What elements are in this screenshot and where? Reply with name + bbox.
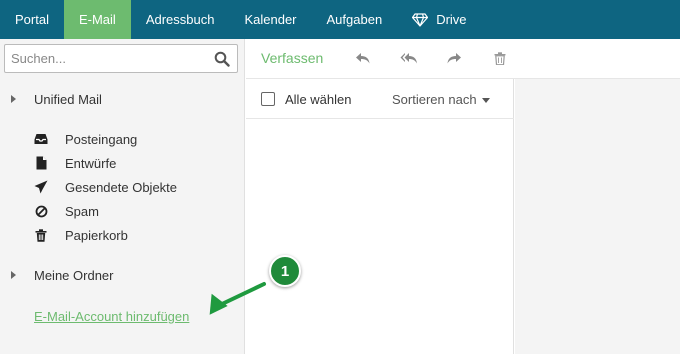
folder-inbox[interactable]: Posteingang [34, 129, 137, 149]
search-icon[interactable] [214, 51, 230, 67]
folder-trash[interactable]: Papierkorb [34, 225, 128, 245]
folder-drafts[interactable]: Entwürfe [34, 153, 116, 173]
mail-toolbar: Verfassen [246, 39, 680, 79]
folder-inbox-label: Posteingang [65, 131, 138, 147]
tab-tasks[interactable]: Aufgaben [312, 0, 398, 39]
reply-all-icon[interactable] [400, 50, 418, 66]
folder-trash-label: Papierkorb [65, 227, 128, 243]
search-box [4, 44, 238, 73]
inbox-icon [34, 132, 48, 146]
tab-drive[interactable]: Drive [397, 0, 481, 39]
message-list-header: Alle wählen Sortieren nach [246, 79, 514, 119]
sort-dropdown[interactable]: Sortieren nach [392, 92, 490, 107]
my-folders-expand-icon[interactable] [11, 271, 16, 279]
search-input[interactable] [5, 45, 205, 72]
ban-icon [34, 204, 48, 218]
trash-icon [34, 228, 48, 242]
delete-icon[interactable] [491, 50, 509, 66]
tab-calendar[interactable]: Kalender [229, 0, 311, 39]
select-all-checkbox[interactable] [261, 92, 275, 106]
compose-button[interactable]: Verfassen [261, 50, 323, 66]
folder-sent-label: Gesendete Objekte [65, 179, 178, 195]
folder-spam[interactable]: Spam [34, 201, 99, 221]
top-navigation: Portal E-Mail Adressbuch Kalender Aufgab… [0, 0, 680, 39]
select-all-label[interactable]: Alle wählen [285, 92, 352, 107]
chevron-down-icon [481, 98, 490, 104]
annotation-badge: 1 [269, 255, 301, 287]
add-email-account-link[interactable]: E-Mail-Account hinzufügen [34, 309, 189, 324]
my-folders-label[interactable]: Meine Ordner [34, 268, 113, 283]
tab-addressbook[interactable]: Adressbuch [131, 0, 230, 39]
diamond-icon [412, 12, 429, 27]
folder-spam-label: Spam [65, 203, 99, 219]
folder-drafts-label: Entwürfe [65, 155, 117, 171]
folder-sent[interactable]: Gesendete Objekte [34, 177, 177, 197]
unified-mail-label[interactable]: Unified Mail [34, 92, 102, 107]
tab-portal[interactable]: Portal [0, 0, 64, 39]
annotation-arrow-icon [209, 282, 266, 315]
sort-label: Sortieren nach [392, 92, 477, 107]
paper-plane-icon [34, 180, 48, 194]
reply-icon[interactable] [354, 50, 372, 66]
message-detail-pane [515, 79, 680, 354]
forward-icon[interactable] [445, 50, 463, 66]
file-icon [34, 156, 48, 170]
unified-mail-expand-icon[interactable] [11, 95, 16, 103]
message-list: Alle wählen Sortieren nach [246, 79, 514, 354]
tab-email[interactable]: E-Mail [63, 0, 131, 39]
tab-drive-label: Drive [436, 12, 467, 27]
